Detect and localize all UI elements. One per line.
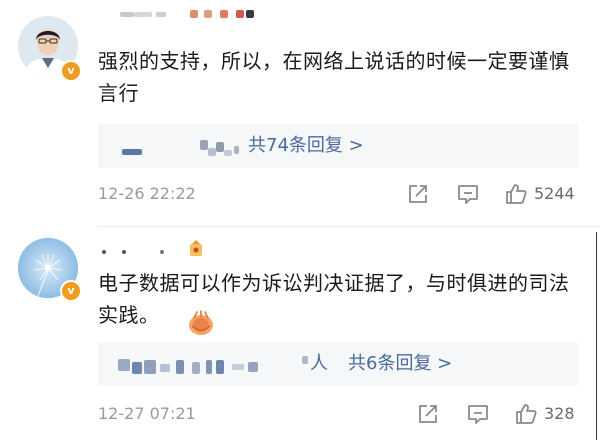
like-count: 5244 [534, 184, 575, 203]
thumbs-up-icon[interactable] [504, 182, 528, 206]
share-icon[interactable] [406, 182, 430, 206]
verified-badge-icon: v [60, 60, 82, 82]
thumbs-up-icon[interactable] [514, 402, 538, 426]
verified-badge-icon: v [60, 280, 82, 302]
comment-meta: 12-27 07:21 328 [98, 402, 588, 426]
timestamp: 12-27 07:21 [98, 404, 196, 423]
comment-meta: 12-26 22:22 5244 [98, 182, 588, 206]
like-count: 328 [544, 404, 575, 423]
view-replies-link[interactable]: 共6条回复 > [348, 342, 452, 386]
share-icon[interactable] [416, 402, 440, 426]
comment-icon[interactable] [456, 182, 480, 206]
reply-name-suffix[interactable]: 人 [310, 342, 328, 386]
clapping-hands-emoji-icon [186, 308, 216, 338]
username-redacted[interactable] [120, 8, 260, 22]
comment-item: v 电子数据可以作为诉讼判决证据了，与时俱进的司法实践。 人 共6条回复 > 1… [0, 228, 600, 440]
comment-text: 电子数据可以作为诉讼判决证据了，与时俱进的司法实践。 [98, 271, 570, 327]
reply-preview[interactable]: 共74条回复 > [98, 124, 578, 168]
comment-text: 强烈的支持，所以，在网络上说话的时候一定要谨慎言行 [98, 49, 570, 105]
comment-item: v 强烈的支持，所以，在网络上说话的时候一定要谨慎言行 共74条回复 > 12-… [0, 0, 600, 224]
divider [98, 226, 600, 227]
reply-username-redacted [98, 124, 248, 168]
view-replies-link[interactable]: 共74条回复 > [248, 124, 364, 168]
reply-preview[interactable]: 人 共6条回复 > [98, 342, 578, 386]
timestamp: 12-26 22:22 [98, 184, 196, 203]
decoration-icon [188, 240, 204, 258]
scrollbar[interactable] [596, 232, 597, 440]
reply-username-redacted [98, 342, 308, 386]
comment-icon[interactable] [466, 402, 490, 426]
